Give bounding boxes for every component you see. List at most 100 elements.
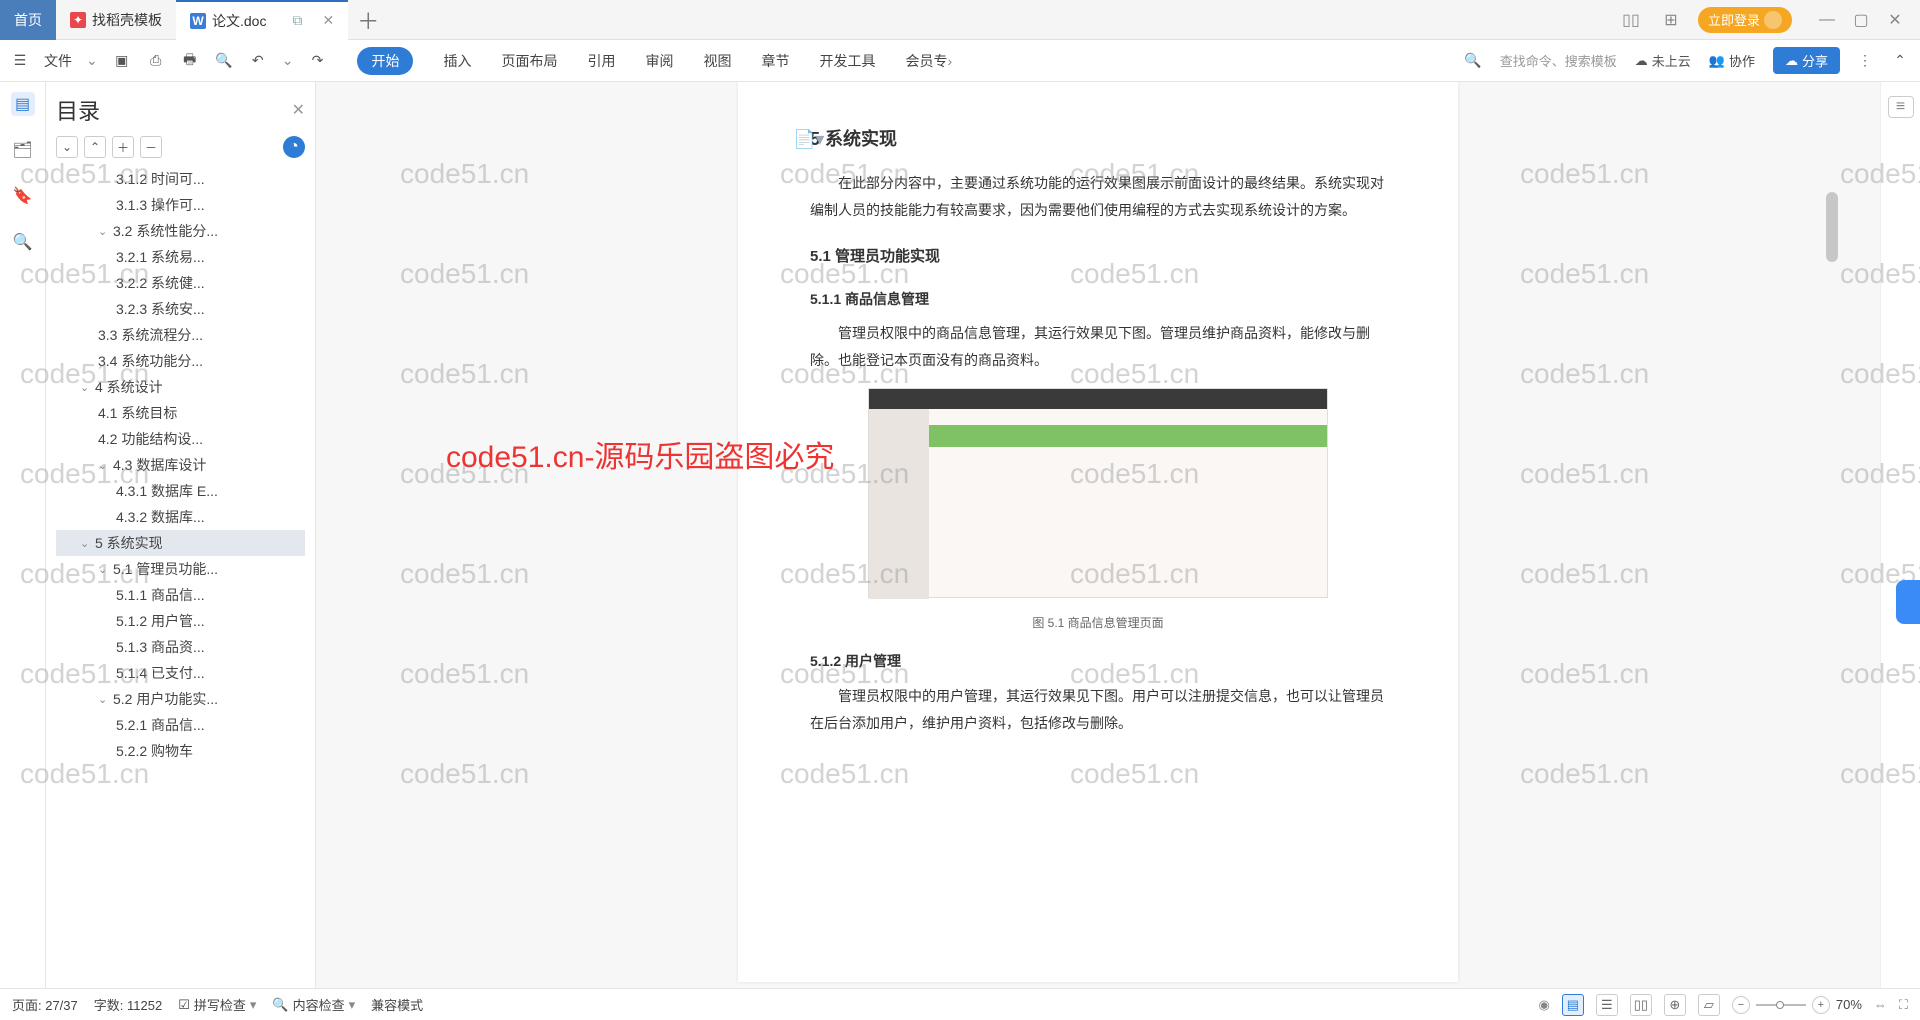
outline-item-5[interactable]: 3.2.3 系统安... xyxy=(56,296,305,322)
tab-close-icon[interactable]: ✕ xyxy=(322,12,334,29)
clipboard-rail-icon[interactable]: 🗂 xyxy=(11,138,35,162)
chevron-down-icon[interactable]: ⌄ xyxy=(98,563,110,576)
ai-assistant-icon[interactable]: ◔ xyxy=(283,136,305,158)
tab-document[interactable]: W 论文.doc ⧉ ✕ xyxy=(176,0,348,40)
add-heading-button[interactable]: ＋ xyxy=(112,136,134,158)
outline-item-13[interactable]: 4.3.2 数据库... xyxy=(56,504,305,530)
outline-item-17[interactable]: 5.1.2 用户管... xyxy=(56,608,305,634)
minimize-button[interactable]: — xyxy=(1814,7,1840,33)
chevron-down-icon[interactable]: ⌄ xyxy=(98,225,110,238)
zoom-value[interactable]: 70% xyxy=(1836,997,1862,1012)
print-preview-icon[interactable]: 🔍 xyxy=(214,51,234,71)
outline-item-12[interactable]: 4.3.1 数据库 E... xyxy=(56,478,305,504)
outline-close-icon[interactable]: ✕ xyxy=(292,100,305,120)
eye-icon[interactable]: ◉ xyxy=(1539,997,1550,1013)
chevron-down-icon[interactable]: ⌄ xyxy=(80,537,92,550)
document-canvas[interactable]: 📄▾ 5 系统实现 在此部分内容中，主要通过系统功能的运行效果图展示前面设计的最… xyxy=(316,82,1880,988)
outline-item-14[interactable]: ⌄5 系统实现 xyxy=(56,530,305,556)
zoom-out-button[interactable]: − xyxy=(1732,996,1750,1014)
search-rail-icon[interactable]: 🔍 xyxy=(11,230,35,254)
outline-item-19[interactable]: 5.1.4 已支付... xyxy=(56,660,305,686)
view-web-button[interactable]: ▯▯ xyxy=(1630,994,1652,1016)
share-button[interactable]: ☁ 分享 xyxy=(1773,47,1840,74)
ribbon-devtools[interactable]: 开发工具 xyxy=(819,51,875,71)
hamburger-icon[interactable]: ☰ xyxy=(10,51,30,71)
outline-item-6[interactable]: 3.3 系统流程分... xyxy=(56,322,305,348)
view-outline-button[interactable]: ☰ xyxy=(1596,994,1618,1016)
fullscreen-icon[interactable]: ⛶ xyxy=(1899,997,1908,1013)
outline-item-label: 5.1.4 已支付... xyxy=(116,663,205,683)
compat-mode[interactable]: 兼容模式 xyxy=(371,995,423,1014)
chevron-down-icon[interactable]: ⌄ xyxy=(98,459,110,472)
outline-item-7[interactable]: 3.4 系统功能分... xyxy=(56,348,305,374)
ribbon-layout[interactable]: 页面布局 xyxy=(501,51,557,71)
outline-item-15[interactable]: ⌄5.1 管理员功能... xyxy=(56,556,305,582)
tab-home[interactable]: 首页 xyxy=(0,0,56,40)
search-icon[interactable]: 🔍 xyxy=(1464,52,1481,69)
new-tab-button[interactable]: ＋ xyxy=(348,0,388,40)
ribbon-start[interactable]: 开始 xyxy=(357,47,413,75)
view-read-button[interactable]: ⊕ xyxy=(1664,994,1686,1016)
outline-item-10[interactable]: 4.2 功能结构设... xyxy=(56,426,305,452)
collapse-ribbon-icon[interactable]: ⌃ xyxy=(1890,51,1910,71)
search-placeholder[interactable]: 查找命令、搜索模板 xyxy=(1500,51,1617,70)
outline-item-label: 5.2 用户功能实... xyxy=(113,689,218,709)
maximize-button[interactable]: ▢ xyxy=(1848,7,1874,33)
view-page-button[interactable]: ▤ xyxy=(1562,994,1584,1016)
remove-heading-button[interactable]: － xyxy=(140,136,162,158)
cloud-status[interactable]: ☁ 未上云 xyxy=(1635,51,1691,70)
outline-item-label: 5.1.2 用户管... xyxy=(116,611,205,631)
ribbon-view[interactable]: 视图 xyxy=(703,51,731,71)
outline-item-1[interactable]: 3.1.3 操作可... xyxy=(56,192,305,218)
fit-width-icon[interactable]: ⇔ xyxy=(1874,997,1887,1012)
scrollbar-thumb[interactable] xyxy=(1826,192,1838,262)
right-panel-toggle-icon[interactable]: ≡ xyxy=(1888,96,1914,118)
close-window-button[interactable]: ✕ xyxy=(1882,7,1908,33)
outline-item-22[interactable]: 5.2.2 购物车 xyxy=(56,738,305,764)
ribbon-review[interactable]: 审阅 xyxy=(645,51,673,71)
content-check[interactable]: 🔍内容检查▾ xyxy=(272,995,355,1014)
ribbon-reference[interactable]: 引用 xyxy=(587,51,615,71)
ai-side-flag[interactable] xyxy=(1896,580,1920,624)
tab-template[interactable]: ✦ 找稻壳模板 xyxy=(56,0,176,40)
collapse-all-button[interactable]: ⌄ xyxy=(56,136,78,158)
outline-item-20[interactable]: ⌄5.2 用户功能实... xyxy=(56,686,305,712)
outline-item-16[interactable]: 5.1.1 商品信... xyxy=(56,582,305,608)
split-window-icon[interactable]: ⧉ xyxy=(292,12,302,29)
outline-item-18[interactable]: 5.1.3 商品资... xyxy=(56,634,305,660)
print-icon[interactable]: 🖶 xyxy=(180,51,200,71)
expand-all-button[interactable]: ⌃ xyxy=(84,136,106,158)
outline-item-label: 3.2 系统性能分... xyxy=(113,221,218,241)
undo-icon[interactable]: ↶ xyxy=(248,51,268,71)
cooperation-button[interactable]: 👥 协作 xyxy=(1709,51,1755,70)
file-menu[interactable]: 文件 xyxy=(44,51,72,71)
apps-grid-icon[interactable]: ⊞ xyxy=(1658,7,1684,33)
outline-rail-icon[interactable]: ▤ xyxy=(11,92,35,116)
ribbon-insert[interactable]: 插入 xyxy=(443,51,471,71)
bookmark-rail-icon[interactable]: 🔖 xyxy=(11,184,35,208)
spell-check[interactable]: ☑拼写检查▾ xyxy=(178,995,256,1014)
view-fullscreen-button[interactable]: ▱ xyxy=(1698,994,1720,1016)
word-count[interactable]: 字数: 11252 xyxy=(94,995,162,1014)
page-indicator[interactable]: 页面: 27/37 xyxy=(12,995,78,1014)
outline-item-9[interactable]: 4.1 系统目标 xyxy=(56,400,305,426)
outline-item-21[interactable]: 5.2.1 商品信... xyxy=(56,712,305,738)
save-icon[interactable]: ▣ xyxy=(112,51,132,71)
ribbon-member[interactable]: 会员专› xyxy=(905,51,952,71)
outline-item-11[interactable]: ⌄4.3 数据库设计 xyxy=(56,452,305,478)
outline-item-4[interactable]: 3.2.2 系统健... xyxy=(56,270,305,296)
chevron-down-icon[interactable]: ⌄ xyxy=(98,693,110,706)
save-as-icon[interactable]: ⎙ xyxy=(146,51,166,71)
outline-item-0[interactable]: 3.1.2 时间可... xyxy=(56,166,305,192)
outline-item-8[interactable]: ⌄4 系统设计 xyxy=(56,374,305,400)
panel-toggle-icon[interactable]: ▯▯ xyxy=(1618,7,1644,33)
outline-item-3[interactable]: 3.2.1 系统易... xyxy=(56,244,305,270)
chevron-down-icon[interactable]: ⌄ xyxy=(80,381,92,394)
page-options-icon[interactable]: 📄▾ xyxy=(793,122,824,156)
redo-icon[interactable]: ↷ xyxy=(307,51,327,71)
ribbon-chapter[interactable]: 章节 xyxy=(761,51,789,71)
login-button[interactable]: 立即登录 xyxy=(1698,7,1792,33)
outline-item-2[interactable]: ⌄3.2 系统性能分... xyxy=(56,218,305,244)
more-menu-icon[interactable]: ⋮ xyxy=(1858,52,1872,69)
zoom-in-button[interactable]: + xyxy=(1812,996,1830,1014)
